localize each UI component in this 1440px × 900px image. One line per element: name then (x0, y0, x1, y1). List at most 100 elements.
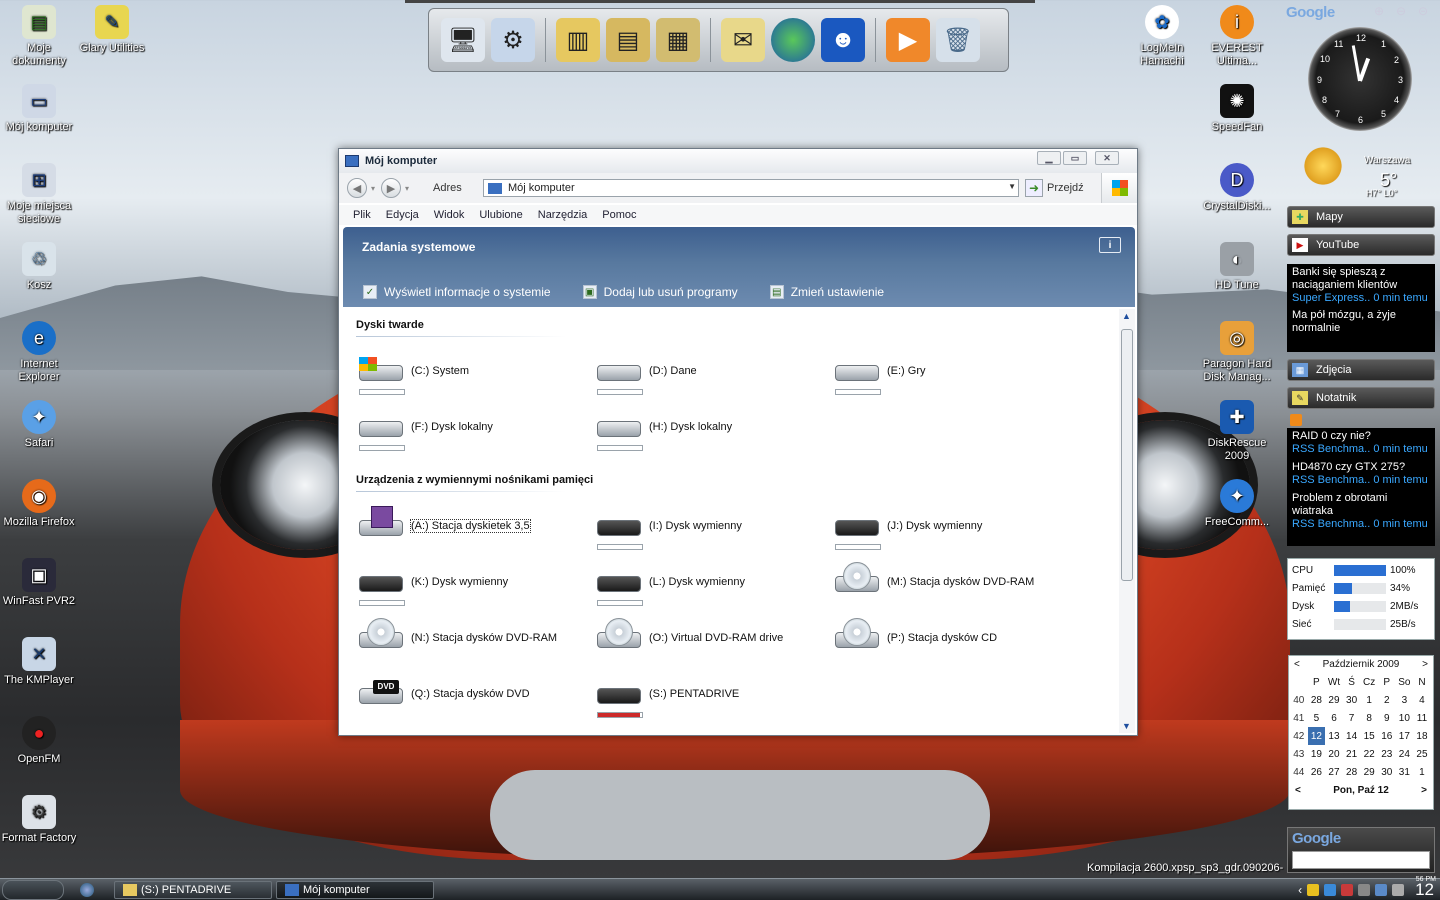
sidebar-prev-icon[interactable]: ⊖ (1396, 4, 1406, 18)
drive-h[interactable]: (H:) Dysk lokalny (595, 413, 732, 451)
minimize-button[interactable]: ▁ (1037, 151, 1061, 165)
calendar-today[interactable]: 12 (1307, 727, 1326, 745)
desktop-icon-network[interactable]: ⊞ Moje miejsca sieciowe (0, 163, 78, 226)
desktop-icon-computer[interactable]: ▭ Mój komputer (0, 84, 78, 134)
display-tray-icon[interactable] (1375, 884, 1388, 896)
chevron-down-icon[interactable]: ▾ (405, 184, 409, 193)
desktop-icon-documents[interactable]: ▤ Moje dokumenty (0, 5, 78, 68)
tools-tray-icon[interactable] (1358, 884, 1371, 896)
task-change-setting[interactable]: ▤ Zmień ustawienie (769, 285, 884, 299)
maps-button[interactable]: ✚ Mapy (1287, 206, 1435, 228)
scroll-up-icon[interactable]: ▲ (1122, 311, 1131, 321)
photos-button[interactable]: ▦ Zdjęcia (1287, 359, 1435, 381)
drive-n[interactable]: (N:) Stacja dysków DVD-RAM (357, 618, 557, 652)
desktop-icon-format-factory[interactable]: ⚙ Format Factory (0, 795, 78, 845)
calendar-next-button[interactable]: > (1422, 659, 1428, 670)
calendar-prev-day-button[interactable]: < (1295, 785, 1301, 796)
monitor-icon[interactable]: 🖥 (441, 18, 485, 62)
google-search-input[interactable] (1292, 851, 1430, 869)
rss-item[interactable]: HD4870 czy GTX 275? RSS Benchma.. 0 min t… (1292, 461, 1430, 487)
menu-view[interactable]: Widok (434, 209, 465, 221)
globe-icon[interactable] (771, 18, 815, 62)
drive-c[interactable]: (C:) System (357, 357, 469, 395)
drive-m[interactable]: (M:) Stacja dysków DVD-RAM (833, 562, 1034, 596)
notes-button[interactable]: ✎ Notatnik (1287, 387, 1435, 409)
start-button[interactable] (2, 879, 64, 900)
calendar-prev-button[interactable]: < (1294, 659, 1300, 670)
calendar-next-day-button[interactable]: > (1421, 785, 1427, 796)
news-item[interactable]: Banki się spieszą z naciąganiem klientów… (1292, 266, 1430, 305)
desktop-icon-freecomm[interactable]: ✦ FreeComm... (1198, 479, 1276, 529)
menu-tools[interactable]: Narzędzia (538, 209, 588, 221)
network-settings-icon[interactable]: ⚙ (491, 18, 535, 62)
rss-item[interactable]: Problem z obrotami wiatraka RSS Benchma..… (1292, 492, 1430, 531)
desktop-icon-hdtune[interactable]: ◐ HD Tune (1198, 242, 1276, 292)
desktop-icon-hamachi[interactable]: ✿ LogMeIn Hamachi (1123, 5, 1201, 68)
address-input[interactable]: Mój komputer ▼ (483, 179, 1019, 197)
quick-launch-globe-icon[interactable] (80, 882, 94, 897)
task-add-remove-programs[interactable]: ▣ Dodaj lub usuń programy (582, 285, 738, 299)
drive-e[interactable]: (E:) Gry (833, 357, 926, 395)
desktop-icon-diskrescue[interactable]: ✚ DiskRescue 2009 (1198, 400, 1276, 463)
menu-file[interactable]: Plik (353, 209, 371, 221)
news-item[interactable]: Ma pół mózgu, a żyje normalnie (1292, 309, 1430, 335)
trash-icon[interactable]: 🗑 (936, 18, 980, 62)
taskbar-clock[interactable]: 12 56 PM (1415, 876, 1436, 900)
antivirus-icon[interactable] (1341, 884, 1354, 896)
youtube-button[interactable]: ▶ YouTube (1287, 234, 1435, 256)
taskbar-button-pentadrive[interactable]: (S:) PENTADRIVE (114, 880, 272, 899)
tray-expand-icon[interactable]: ‹ (1298, 883, 1302, 897)
scrollbar-thumb[interactable] (1121, 329, 1133, 581)
desktop-icon-kmplayer[interactable]: ✕ The KMPlayer (0, 637, 78, 687)
close-button[interactable]: ✕ (1095, 151, 1119, 165)
drive-s[interactable]: (S:) PENTADRIVE (595, 680, 739, 718)
drive-k[interactable]: (K:) Dysk wymienny (357, 568, 508, 606)
task-system-info[interactable]: ✓ Wyświetl informacje o systemie (363, 285, 551, 299)
menu-help[interactable]: Pomoc (602, 209, 636, 221)
window-titlebar[interactable]: Mój komputer ▁ ▭ ✕ (339, 149, 1137, 173)
forward-button[interactable]: ▶ (381, 178, 402, 198)
vertical-scrollbar[interactable]: ▲ ▼ (1119, 309, 1135, 733)
desktop-icon-safari[interactable]: ✦ Safari (0, 400, 78, 450)
desktop-icon-pvr[interactable]: ▣ WinFast PVR2 (0, 558, 78, 608)
desktop-icon-everest[interactable]: i EVEREST Ultima... (1198, 5, 1276, 68)
drive-i[interactable]: (I:) Dysk wymienny (595, 512, 742, 550)
drive-d[interactable]: (D:) Dane (595, 357, 697, 395)
security-shield-icon[interactable] (1307, 884, 1320, 896)
chevron-down-icon[interactable]: ▼ (1008, 182, 1016, 191)
pictures-icon[interactable]: ▦ (656, 18, 700, 62)
desktop-icon-firefox[interactable]: ◉ Mozilla Firefox (0, 479, 78, 529)
drive-a[interactable]: (A:) Stacja dyskietek 3,5 (357, 506, 531, 540)
media-player-icon[interactable]: ▶ (886, 18, 930, 62)
drive-p[interactable]: (P:) Stacja dysków CD (833, 618, 997, 652)
back-button[interactable]: ◀ (347, 178, 367, 198)
desktop-icon-ie[interactable]: e Internet Explorer (0, 321, 78, 384)
explorer-window[interactable]: Mój komputer ▁ ▭ ✕ ◀ ▾ ▶ ▾ Adres Mój kom… (338, 148, 1138, 736)
volume-icon[interactable] (1392, 884, 1405, 896)
network-tray-icon[interactable] (1324, 884, 1337, 896)
desktop-icon-speedfan[interactable]: ✺ SpeedFan (1198, 84, 1276, 134)
desktop-icon-paragon[interactable]: ◎ Paragon Hard Disk Manag... (1198, 321, 1276, 384)
desktop-icon-crystaldisk[interactable]: D CrystalDiski... (1198, 163, 1276, 213)
drive-o[interactable]: (O:) Virtual DVD-RAM drive (595, 618, 783, 652)
rss-item[interactable]: RAID 0 czy nie? RSS Benchma.. 0 min temu (1292, 430, 1430, 456)
chevron-down-icon[interactable]: ▾ (371, 184, 375, 193)
desktop-icon-recycle-bin[interactable]: ♲ Kosz (0, 242, 78, 292)
desktop-icon-openfm[interactable]: ● OpenFM (0, 716, 78, 766)
go-arrow-icon[interactable]: ➜ (1025, 179, 1043, 197)
mail-icon[interactable]: ✉ (721, 18, 765, 62)
sidebar-minimize-icon[interactable]: ⊝ (1418, 4, 1428, 18)
menu-favorites[interactable]: Ulubione (479, 209, 522, 221)
menu-edit[interactable]: Edycja (386, 209, 419, 221)
drive-f[interactable]: (F:) Dysk lokalny (357, 413, 493, 451)
taskbar-button-my-computer[interactable]: Mój komputer (276, 880, 434, 899)
drive-q[interactable]: DVD (Q:) Stacja dysków DVD (357, 680, 530, 708)
info-button[interactable]: i (1099, 237, 1121, 253)
scroll-down-icon[interactable]: ▼ (1122, 721, 1131, 731)
folder-icon[interactable]: ▥ (556, 18, 600, 62)
desktop-icon-glary[interactable]: ✎ Glary Utilities (73, 5, 151, 55)
maximize-button[interactable]: ▭ (1063, 151, 1087, 165)
go-button[interactable]: Przejdź (1047, 182, 1084, 194)
drive-l[interactable]: (L:) Dysk wymienny (595, 568, 745, 606)
messenger-icon[interactable]: ☻ (821, 18, 865, 62)
